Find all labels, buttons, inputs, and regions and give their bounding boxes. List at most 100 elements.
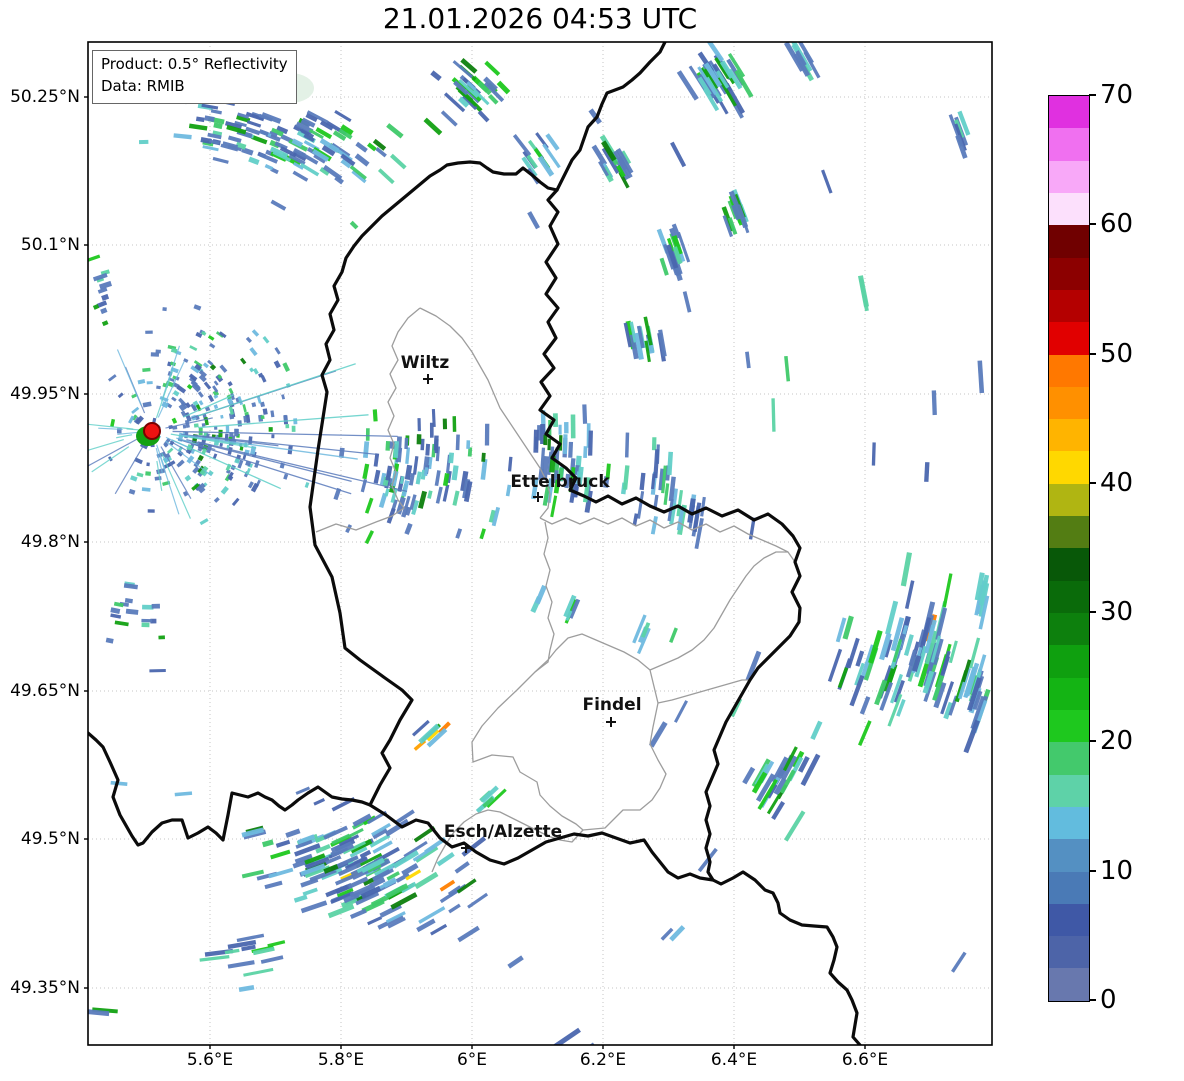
city-label: Wiltz	[401, 353, 450, 373]
colorbar-tick-label: 60	[1100, 209, 1134, 240]
echo-streak	[197, 391, 204, 398]
echo-streak	[669, 925, 686, 942]
lon-tick-label: 6.6°E	[841, 1050, 889, 1070]
echo-streak	[827, 648, 843, 683]
echo-streak	[455, 528, 463, 539]
colorbar-tick-mark	[1089, 740, 1096, 743]
echo-streak	[184, 474, 192, 482]
echo-streak	[659, 257, 669, 276]
echo-streak	[234, 428, 239, 433]
echo-streak	[251, 329, 260, 337]
colorbar-segment	[1049, 806, 1089, 840]
echo-streak	[110, 607, 121, 614]
echo-streak	[186, 383, 193, 390]
echo-streak	[243, 967, 274, 977]
echo-streak	[130, 475, 138, 482]
echo-streak	[363, 441, 370, 458]
echo-streak	[582, 404, 588, 424]
echo-streak	[703, 42, 725, 62]
clutter-spoke	[88, 437, 140, 467]
echo-streak	[220, 414, 224, 419]
city-marker-group: Ettelbruck	[510, 472, 610, 502]
lon-tick-label: 5.8°E	[317, 1050, 365, 1070]
echo-streak	[452, 416, 457, 432]
canton-border	[649, 551, 788, 671]
echo-streak	[107, 374, 117, 382]
echo-streak	[100, 307, 108, 315]
echo-streak	[174, 791, 193, 797]
radar-site-marker	[136, 422, 161, 446]
colorbar-segment	[1049, 451, 1089, 484]
echo-streak	[377, 168, 395, 185]
echo-streak	[570, 414, 576, 439]
colorbar-segment	[1049, 548, 1089, 581]
echo-streak	[977, 360, 985, 394]
plot-title: 21.01.2026 04:53 UTC	[382, 2, 698, 35]
echo-streak	[674, 700, 688, 723]
colorbar-segment	[1049, 225, 1089, 258]
colorbar-segment	[1049, 96, 1089, 129]
echo-streak	[128, 488, 136, 495]
product-info-line: Product: 0.5° Reflectivity	[101, 55, 288, 73]
colorbar-tick-label: 20	[1100, 726, 1134, 757]
echo-streak	[147, 509, 155, 513]
echo-streak	[507, 456, 513, 472]
echo-streak	[784, 810, 806, 842]
echo-streak	[451, 465, 459, 481]
echo-streak	[271, 434, 275, 439]
echo-streak	[436, 852, 455, 867]
echo-streak	[173, 133, 192, 140]
echo-streak	[248, 156, 260, 166]
echo-streak	[810, 720, 823, 740]
echo-streak	[442, 418, 448, 430]
echo-streak	[354, 153, 370, 167]
echo-streak	[390, 153, 407, 170]
echo-streak	[273, 360, 281, 369]
echo-streak	[110, 418, 116, 428]
echo-streak	[362, 463, 370, 480]
echo-streak	[682, 291, 692, 313]
echo-streak	[274, 346, 281, 355]
echo-streak	[466, 440, 471, 449]
echo-streak	[136, 472, 144, 478]
echo-streak	[141, 487, 151, 492]
colorbar-tick-label: 50	[1100, 338, 1134, 369]
echo-streak	[162, 307, 167, 312]
echo-streak	[651, 437, 657, 451]
colorbar-tick-label: 10	[1100, 855, 1134, 886]
echo-streak	[349, 908, 367, 920]
axes-frame	[87, 41, 993, 1046]
colorbar-tick-label: 70	[1100, 80, 1134, 110]
echo-streak	[262, 336, 270, 344]
echo-streak	[260, 375, 267, 383]
echo-streak	[188, 123, 208, 131]
echo-streak	[209, 342, 216, 349]
echo-streak	[293, 418, 298, 425]
colorbar-tick-mark	[1089, 481, 1096, 484]
colorbar-segment	[1049, 322, 1089, 355]
colorbar-segment	[1049, 289, 1089, 323]
canton-border	[539, 517, 796, 563]
echo-streak	[142, 401, 152, 408]
echo-streak	[670, 141, 687, 168]
echo-streak	[669, 627, 678, 643]
colorbar-segment	[1049, 774, 1089, 807]
echo-streak	[285, 828, 301, 838]
echo-streak	[742, 766, 756, 785]
echo-streak	[293, 894, 308, 903]
france-belgium-border	[88, 731, 372, 847]
echo-streak	[430, 70, 442, 82]
echo-streak	[417, 490, 428, 509]
echo-streak	[405, 447, 411, 464]
canton-borders	[315, 307, 796, 873]
colorbar-tick-mark	[1089, 94, 1096, 96]
echo-streak	[900, 552, 913, 587]
echo-streak	[170, 347, 178, 354]
lat-tick-label: 49.95°N	[10, 384, 80, 404]
echo-streak	[123, 583, 139, 590]
luxembourg-border	[308, 160, 802, 882]
echo-streak	[292, 170, 309, 182]
dbz-colorbar	[1048, 95, 1090, 1002]
echo-streak	[283, 473, 289, 480]
echo-streak	[141, 622, 150, 628]
